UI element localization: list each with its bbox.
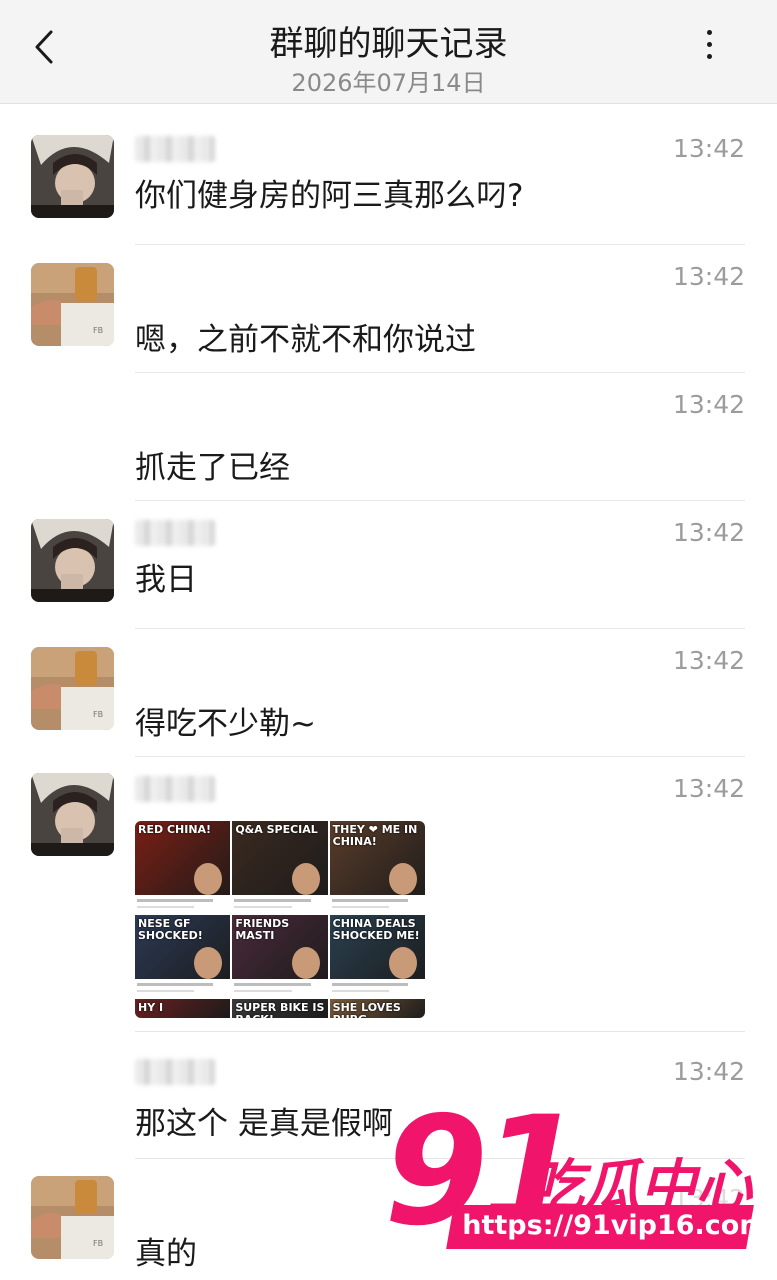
thumbnail-caption: RED CHINA! bbox=[138, 823, 212, 836]
svg-text:FB: FB bbox=[93, 326, 103, 335]
avatar-a-image bbox=[31, 519, 114, 602]
divider bbox=[135, 372, 745, 373]
divider bbox=[135, 756, 745, 757]
watermark-url-banner: https://91vip16.com bbox=[446, 1205, 767, 1249]
video-thumbnail: Q&A SPECIAL bbox=[232, 821, 328, 913]
avatar[interactable]: FB bbox=[31, 263, 114, 346]
watermark-url: https://91vip16.com bbox=[462, 1210, 768, 1241]
avatar-a-image bbox=[31, 773, 114, 856]
chat-header: 群聊的聊天记录 2026年07月14日 bbox=[0, 0, 777, 104]
blurred-sender-name bbox=[135, 776, 215, 802]
thumbnail-meta bbox=[329, 895, 425, 913]
video-thumbnail: SHE LOVES PUBG bbox=[329, 999, 425, 1019]
divider bbox=[135, 500, 745, 501]
avatar-a-image bbox=[31, 135, 114, 218]
thumbnail-meta bbox=[329, 979, 425, 997]
avatar[interactable]: FB bbox=[31, 647, 114, 730]
thumbnail-caption: Q&A SPECIAL bbox=[235, 823, 318, 836]
video-thumbnail: THEY ❤ ME IN CHINA! bbox=[329, 821, 425, 913]
blurred-sender-name bbox=[135, 1059, 215, 1085]
video-thumbnail: NESE GF SHOCKED! bbox=[135, 915, 231, 997]
message-time: 13:42 bbox=[672, 1057, 745, 1086]
video-thumbnail: CHINA DEALS SHOCKED ME! bbox=[329, 915, 425, 997]
message-text: 嗯，之前不就不和你说过 bbox=[135, 322, 476, 358]
video-thumbnail: SUPER BIKE IS BACK! bbox=[232, 999, 328, 1019]
chat-message: FB 13:42 嗯，之前不就不和你说过 bbox=[0, 246, 777, 374]
svg-text:FB: FB bbox=[93, 710, 103, 719]
message-text: 那这个 是真是假啊 bbox=[135, 1106, 393, 1142]
chat-message: 13:42 RED CHINA! Q&A SPECIAL THEY ❤ ME IN … bbox=[0, 758, 777, 1032]
message-time: 13:42 bbox=[672, 774, 745, 803]
chat-date: 2026年07月14日 bbox=[291, 69, 486, 97]
message-text: 我日 bbox=[135, 562, 197, 598]
avatar-b-image: FB bbox=[31, 1176, 114, 1259]
thumbnail-caption: HY I bbox=[138, 1001, 164, 1014]
avatar[interactable] bbox=[31, 135, 114, 218]
avatar[interactable] bbox=[31, 519, 114, 602]
message-text: 得吃不少勒~ bbox=[135, 706, 316, 742]
message-time: 13:42 bbox=[672, 390, 745, 419]
divider bbox=[135, 244, 745, 245]
watermark: 91 吃瓜中心 https://91vip16.com bbox=[378, 1085, 767, 1265]
chat-message: FB 13:42 得吃不少勒~ bbox=[0, 630, 777, 758]
thumbnail-meta bbox=[232, 895, 328, 913]
message-time: 13:42 bbox=[672, 646, 745, 675]
thumbnail-meta bbox=[232, 979, 328, 997]
video-thumbnail: HY I bbox=[135, 999, 231, 1018]
thumbnail-caption: THEY ❤ ME IN CHINA! bbox=[332, 823, 418, 848]
thumbnail-caption: NESE GF SHOCKED! bbox=[138, 917, 203, 942]
dot-icon bbox=[706, 30, 712, 35]
avatar-b-image: FB bbox=[31, 263, 114, 346]
chat-message: 13:42 我日 bbox=[0, 502, 777, 630]
message-text: 抓走了已经 bbox=[135, 450, 290, 486]
more-options-button[interactable] bbox=[699, 30, 719, 70]
message-time: 13:42 bbox=[672, 262, 745, 291]
shared-image[interactable]: RED CHINA! Q&A SPECIAL THEY ❤ ME IN CHINA!… bbox=[135, 821, 425, 1018]
page-title: 群聊的聊天记录 bbox=[269, 24, 508, 64]
dot-icon bbox=[706, 54, 712, 59]
thumbnail-caption: CHINA DEALS SHOCKED ME! bbox=[332, 917, 420, 942]
blurred-sender-name bbox=[135, 520, 215, 546]
chat-message: 13:42 抓走了已经 bbox=[0, 374, 777, 502]
thumbnail-meta bbox=[135, 895, 231, 913]
message-text: 你们健身房的阿三真那么叼? bbox=[135, 178, 524, 214]
thumbnail-meta bbox=[135, 979, 231, 997]
video-thumbnail: RED CHINA! bbox=[135, 821, 231, 913]
thumbnail-face bbox=[291, 947, 320, 979]
message-text: 真的 bbox=[135, 1236, 197, 1272]
svg-text:FB: FB bbox=[93, 1239, 103, 1248]
thumbnail-face bbox=[291, 863, 320, 895]
thumbnail-face bbox=[194, 863, 223, 895]
chat-message: 13:42 你们健身房的阿三真那么叼? bbox=[0, 118, 777, 246]
message-time: 13:42 bbox=[672, 518, 745, 547]
avatar[interactable]: FB bbox=[31, 1176, 114, 1259]
thumbnail-caption: SHE LOVES PUBG bbox=[332, 1001, 401, 1019]
dot-icon bbox=[706, 42, 712, 47]
avatar-b-image: FB bbox=[31, 647, 114, 730]
video-thumbnail: FRIENDS MASTI bbox=[232, 915, 328, 997]
thumbnail-face bbox=[389, 947, 417, 979]
message-time: 13:42 bbox=[672, 134, 745, 163]
thumbnail-face bbox=[194, 947, 223, 979]
avatar[interactable] bbox=[31, 773, 114, 856]
thumbnail-face bbox=[389, 863, 417, 895]
divider bbox=[135, 628, 745, 629]
blurred-sender-name bbox=[135, 136, 215, 162]
thumbnail-caption: FRIENDS MASTI bbox=[235, 917, 290, 942]
thumbnail-caption: SUPER BIKE IS BACK! bbox=[235, 1001, 325, 1019]
